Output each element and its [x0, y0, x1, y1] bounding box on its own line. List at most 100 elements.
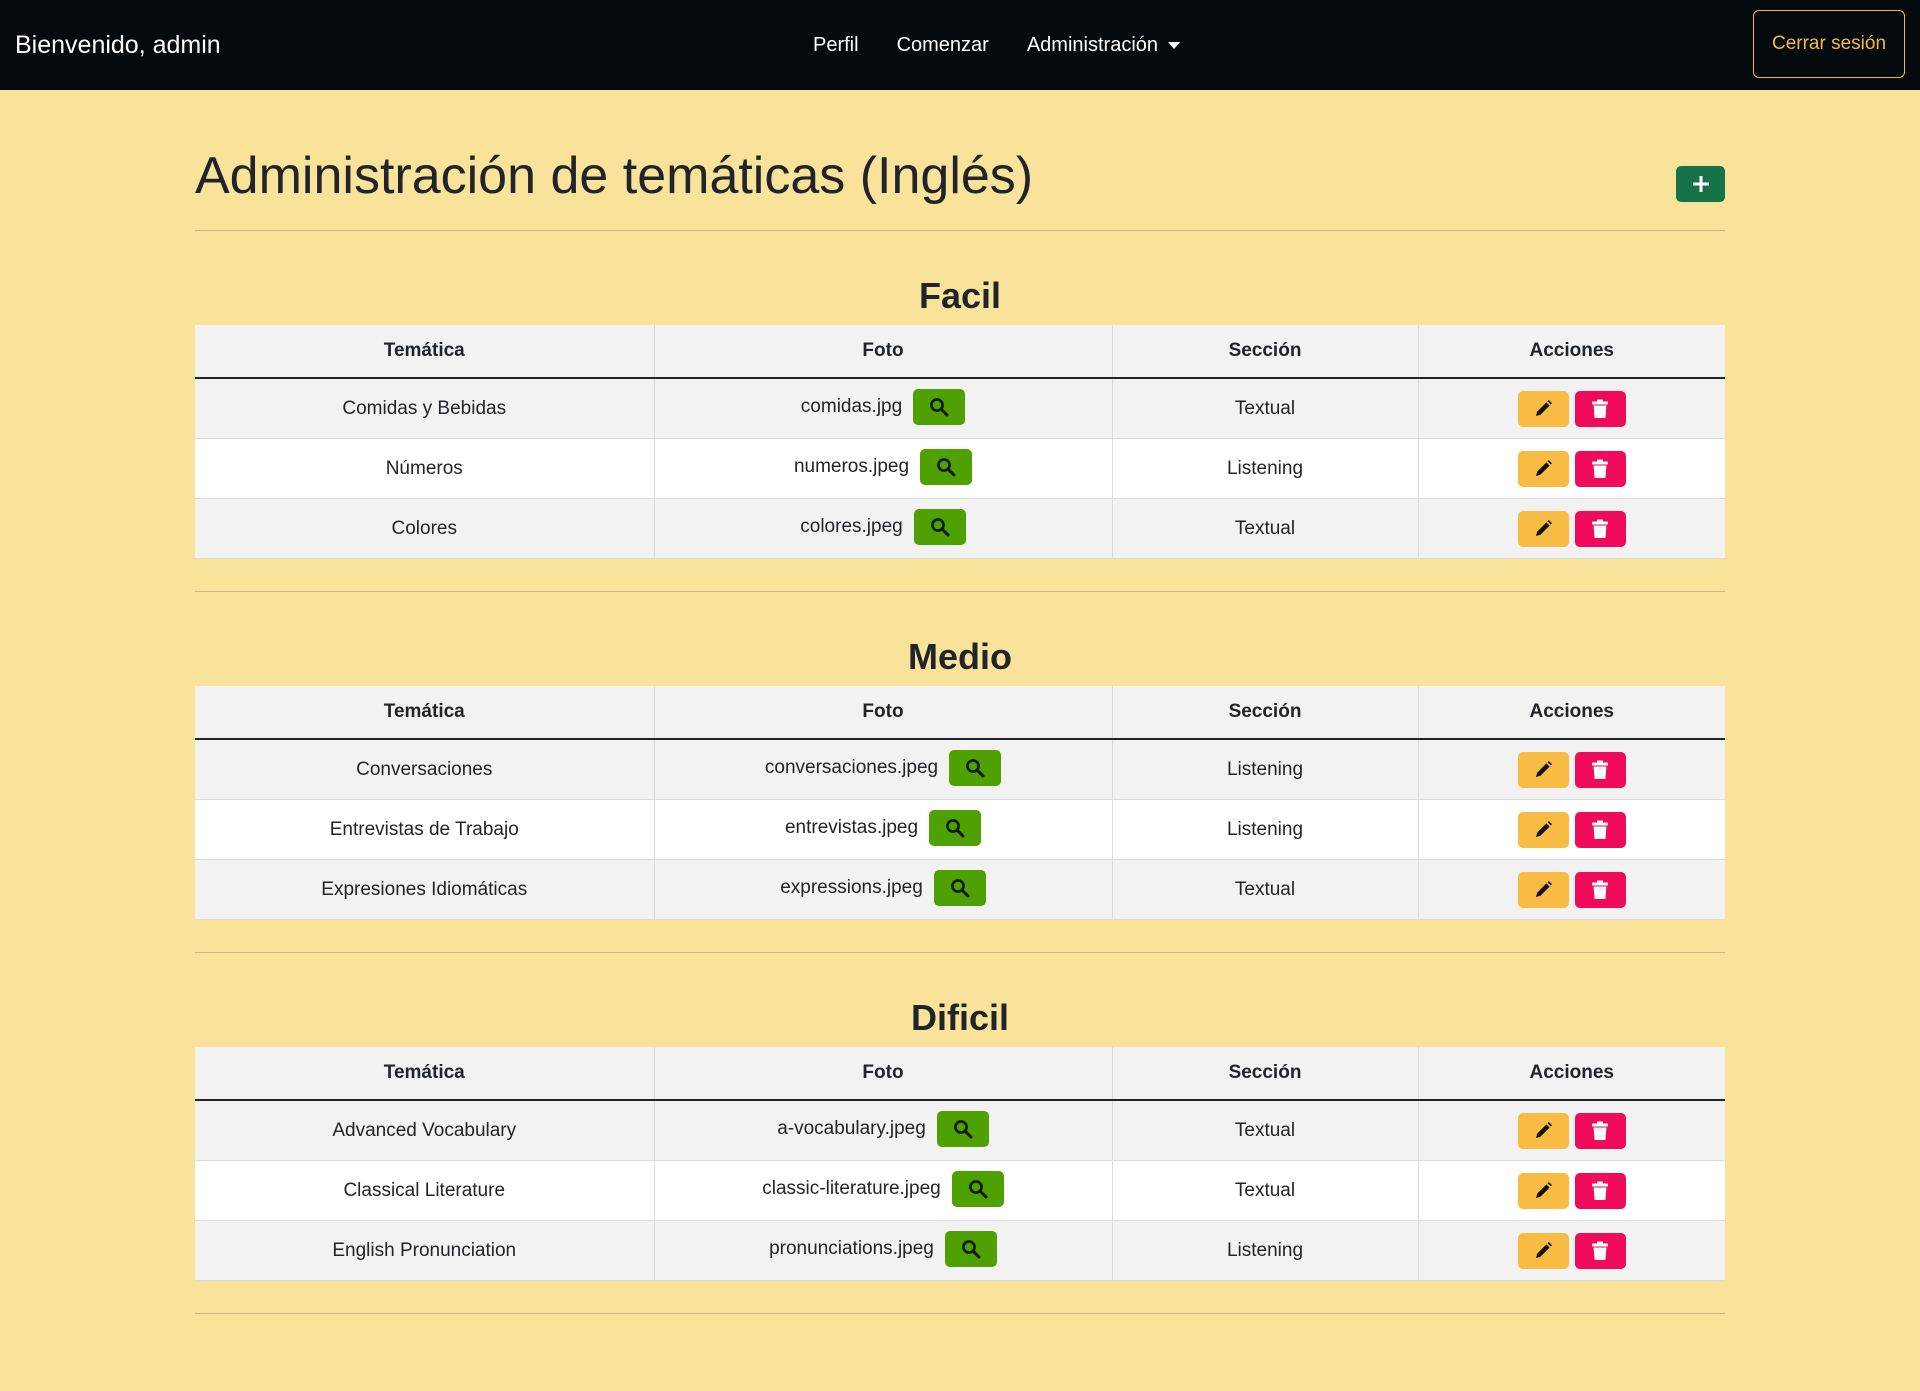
- section-title: Dificil: [910, 997, 1009, 1038]
- pencil-icon: [1536, 519, 1553, 536]
- table-row: Classical Literature classic-literature.j…: [195, 1160, 1725, 1221]
- section-title: Medio: [908, 636, 1012, 677]
- view-photo-button[interactable]: [920, 448, 973, 485]
- seccion-cell: Textual: [1112, 498, 1419, 559]
- search-icon: [968, 1179, 988, 1198]
- pencil-icon: [1536, 820, 1553, 837]
- foto-cell: expressions.jpeg: [654, 859, 1113, 920]
- edit-button[interactable]: [1517, 811, 1569, 848]
- trash-icon: [1592, 820, 1609, 839]
- page-title: Administración de temáticas (Inglés): [195, 147, 1034, 205]
- column-header: Temática: [195, 325, 655, 379]
- tematica-cell: English Pronunciation: [195, 1220, 655, 1281]
- trash-icon: [1592, 519, 1609, 538]
- view-photo-button[interactable]: [933, 869, 986, 906]
- foto-group: numeros.jpeg: [793, 448, 973, 485]
- edit-button[interactable]: [1517, 1232, 1569, 1269]
- foto-filename: colores.jpeg: [800, 515, 903, 537]
- search-icon: [950, 878, 970, 897]
- delete-button[interactable]: [1574, 751, 1626, 788]
- view-photo-button[interactable]: [913, 508, 966, 545]
- table-row: Expresiones Idiomáticas expressions.jpeg T…: [195, 859, 1725, 920]
- delete-button[interactable]: [1574, 811, 1626, 848]
- edit-button[interactable]: [1517, 1172, 1569, 1209]
- add-tematica-button[interactable]: [1676, 166, 1725, 202]
- view-photo-button[interactable]: [949, 749, 1002, 786]
- nav-link-perfil[interactable]: Perfil: [813, 34, 859, 57]
- column-header: Acciones: [1418, 325, 1725, 379]
- trash-icon: [1592, 1181, 1609, 1200]
- foto-cell: classic-literature.jpeg: [654, 1160, 1113, 1221]
- seccion-cell: Textual: [1112, 1160, 1419, 1221]
- table-row: English Pronunciation pronunciations.jpeg…: [195, 1220, 1725, 1281]
- delete-button[interactable]: [1574, 390, 1626, 427]
- row-actions: [1517, 390, 1626, 427]
- foto-cell: entrevistas.jpeg: [654, 799, 1113, 860]
- delete-button[interactable]: [1574, 1172, 1626, 1209]
- row-actions: [1517, 871, 1626, 908]
- tematica-cell: Colores: [195, 498, 655, 559]
- logout-button[interactable]: Cerrar sesión: [1753, 10, 1905, 78]
- tematica-cell: Números: [195, 438, 655, 499]
- delete-button[interactable]: [1574, 1112, 1626, 1149]
- foto-filename: numeros.jpeg: [793, 455, 910, 477]
- edit-button[interactable]: [1517, 751, 1569, 788]
- table-row: Colores colores.jpeg Textual: [195, 498, 1725, 559]
- tematica-cell: Advanced Vocabulary: [195, 1100, 655, 1161]
- delete-button[interactable]: [1574, 1232, 1626, 1269]
- column-header: Temática: [195, 686, 655, 740]
- trash-icon: [1592, 880, 1609, 899]
- edit-button[interactable]: [1517, 871, 1569, 908]
- column-header: Sección: [1112, 1047, 1419, 1101]
- row-actions: [1517, 811, 1626, 848]
- nav-link-comenzar[interactable]: Comenzar: [897, 34, 989, 57]
- table-header-row: Temática Foto Sección Acciones: [195, 325, 1725, 379]
- column-header: Acciones: [1418, 1047, 1725, 1101]
- delete-button[interactable]: [1574, 510, 1626, 547]
- edit-button[interactable]: [1517, 510, 1569, 547]
- welcome-brand[interactable]: Bienvenido, admin: [15, 31, 221, 60]
- seccion-cell: Textual: [1112, 859, 1419, 920]
- foto-cell: comidas.jpg: [654, 378, 1113, 439]
- nav-dropdown-administracion[interactable]: Administración: [1027, 34, 1181, 57]
- view-photo-button[interactable]: [929, 809, 982, 846]
- edit-button[interactable]: [1517, 390, 1569, 427]
- plus-icon: [1692, 176, 1709, 192]
- trash-icon: [1592, 760, 1609, 779]
- foto-group: comidas.jpg: [800, 388, 966, 425]
- foto-group: classic-literature.jpeg: [762, 1170, 1004, 1207]
- edit-button[interactable]: [1517, 1112, 1569, 1149]
- edit-button[interactable]: [1517, 450, 1569, 487]
- tematicas-table: Temática Foto Sección Acciones Advanced Voca…: [195, 1047, 1725, 1281]
- actions-cell: [1418, 378, 1725, 439]
- pencil-icon: [1536, 459, 1553, 476]
- seccion-cell: Listening: [1112, 438, 1419, 499]
- foto-filename: expressions.jpeg: [780, 876, 923, 898]
- page-header: Administración de temáticas (Inglés): [195, 90, 1725, 231]
- foto-cell: colores.jpeg: [654, 498, 1113, 559]
- foto-filename: pronunciations.jpeg: [769, 1237, 934, 1259]
- section-facil: Facil Temática Foto Sección Acciones Comidas …: [195, 231, 1725, 592]
- table-row: Comidas y Bebidas comidas.jpg Textual: [195, 378, 1725, 439]
- table-header-row: Temática Foto Sección Acciones: [195, 1047, 1725, 1101]
- pencil-icon: [1536, 399, 1553, 416]
- tematica-cell: Comidas y Bebidas: [195, 378, 655, 439]
- foto-group: conversaciones.jpeg: [765, 749, 1002, 786]
- table-header-row: Temática Foto Sección Acciones: [195, 686, 1725, 740]
- trash-icon: [1592, 459, 1609, 478]
- view-photo-button[interactable]: [936, 1110, 989, 1147]
- row-actions: [1517, 450, 1626, 487]
- column-header: Sección: [1112, 325, 1419, 379]
- view-photo-button[interactable]: [913, 388, 966, 425]
- view-photo-button[interactable]: [951, 1170, 1004, 1207]
- pencil-icon: [1536, 1181, 1553, 1198]
- foto-cell: numeros.jpeg: [654, 438, 1113, 499]
- view-photo-button[interactable]: [944, 1230, 997, 1267]
- tematica-cell: Entrevistas de Trabajo: [195, 799, 655, 860]
- table-row: Conversaciones conversaciones.jpeg Listeni…: [195, 739, 1725, 800]
- foto-filename: comidas.jpg: [800, 395, 903, 417]
- delete-button[interactable]: [1574, 450, 1626, 487]
- foto-group: entrevistas.jpeg: [785, 809, 982, 846]
- delete-button[interactable]: [1574, 871, 1626, 908]
- tematica-cell: Conversaciones: [195, 739, 655, 800]
